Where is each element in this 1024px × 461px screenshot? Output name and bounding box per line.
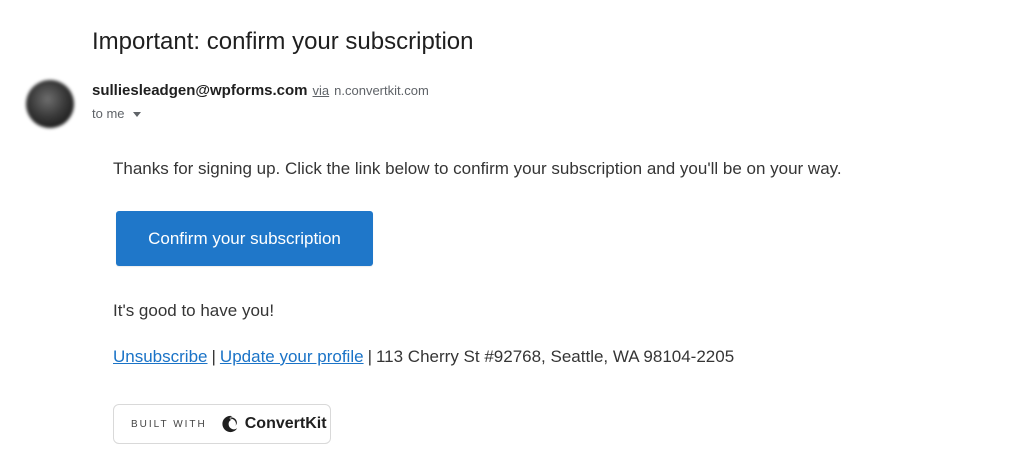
- footer-separator-2: |: [367, 347, 372, 366]
- built-with-convertkit-badge[interactable]: BUILT WITH ConvertKit: [113, 404, 331, 444]
- sender-avatar[interactable]: [26, 80, 74, 128]
- built-with-label: BUILT WITH: [131, 418, 207, 430]
- footer-separator: |: [211, 347, 216, 366]
- sender-line: sulliesleadgen@wpforms.com via n.convert…: [92, 82, 429, 99]
- confirm-subscription-button[interactable]: Confirm your subscription: [116, 211, 373, 266]
- convertkit-brand-name: ConvertKit: [244, 415, 327, 432]
- convertkit-logo-icon: [222, 415, 237, 433]
- email-view: Important: confirm your subscription sul…: [0, 0, 1024, 461]
- confirm-button-label: Confirm your subscription: [148, 228, 341, 248]
- recipient-label: to me: [92, 106, 125, 121]
- update-profile-link[interactable]: Update your profile: [220, 347, 364, 366]
- via-link[interactable]: via: [313, 83, 330, 98]
- sender-email[interactable]: sulliesleadgen@wpforms.com: [92, 82, 308, 99]
- caret-down-icon[interactable]: [132, 111, 141, 117]
- unsubscribe-link[interactable]: Unsubscribe: [113, 347, 208, 366]
- recipient-line[interactable]: to me: [92, 106, 141, 121]
- footer-address: 113 Cherry St #92768, Seattle, WA 98104-…: [375, 347, 735, 366]
- message-intro: Thanks for signing up. Click the link be…: [113, 159, 842, 178]
- email-footer: Unsubscribe | Update your profile | 113 Cher…: [113, 345, 734, 369]
- email-subject: Important: confirm your subscription: [92, 28, 474, 55]
- message-closing: It's good to have you!: [113, 301, 275, 320]
- via-domain: n.convertkit.com: [334, 83, 429, 98]
